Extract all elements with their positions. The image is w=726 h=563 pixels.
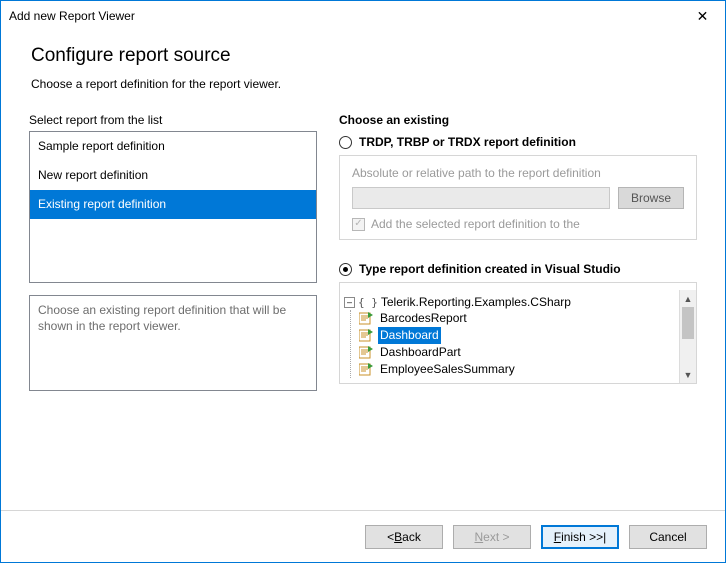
scroll-thumb[interactable] bbox=[682, 307, 694, 339]
report-icon bbox=[359, 346, 374, 359]
close-button[interactable]: ✕ bbox=[680, 1, 725, 31]
report-icon bbox=[359, 363, 374, 376]
titlebar: Add new Report Viewer ✕ bbox=[1, 1, 725, 31]
add-to-project-label: Add the selected report definition to th… bbox=[371, 217, 580, 231]
close-icon: ✕ bbox=[697, 8, 709, 25]
checkbox-icon: ✓ bbox=[352, 218, 365, 231]
expander-icon[interactable]: – bbox=[344, 297, 355, 308]
left-list-label: Select report from the list bbox=[29, 113, 317, 127]
scroll-track[interactable] bbox=[680, 307, 696, 366]
type-definition-panel: – { } Telerik.Reporting.Examples.CSharp … bbox=[339, 282, 697, 384]
list-item-sample[interactable]: Sample report definition bbox=[30, 132, 316, 161]
tree-item[interactable]: BarcodesReport bbox=[359, 310, 677, 327]
cancel-button[interactable]: Cancel bbox=[629, 525, 707, 549]
tree-namespace-node[interactable]: – { } Telerik.Reporting.Examples.CSharp bbox=[344, 294, 677, 310]
radio-file-label: TRDP, TRBP or TRDX report definition bbox=[359, 135, 576, 149]
report-icon bbox=[359, 312, 374, 325]
page-subheading: Choose a report definition for the repor… bbox=[31, 77, 725, 91]
list-item-new[interactable]: New report definition bbox=[30, 161, 316, 190]
right-heading: Choose an existing bbox=[339, 113, 697, 127]
radio-type-definition[interactable]: Type report definition created in Visual… bbox=[339, 262, 697, 276]
tree-scrollbar[interactable]: ▲ ▼ bbox=[679, 290, 696, 383]
tree-item[interactable]: DashboardPart bbox=[359, 344, 677, 361]
finish-button[interactable]: Finish >>| bbox=[541, 525, 619, 549]
report-icon bbox=[359, 329, 374, 342]
tree-item-label: BarcodesReport bbox=[378, 310, 469, 327]
report-type-tree[interactable]: – { } Telerik.Reporting.Examples.CSharp … bbox=[340, 289, 696, 383]
page-heading: Configure report source bbox=[31, 45, 725, 67]
scroll-up-icon[interactable]: ▲ bbox=[680, 290, 696, 307]
tree-item[interactable]: EmployeeSalesSummary bbox=[359, 361, 677, 378]
file-definition-panel: Absolute or relative path to the report … bbox=[339, 155, 697, 240]
wizard-footer: < Back Next > Finish >>| Cancel bbox=[1, 510, 725, 562]
list-item-existing[interactable]: Existing report definition bbox=[30, 190, 316, 219]
radio-type-label: Type report definition created in Visual… bbox=[359, 262, 621, 276]
scroll-down-icon[interactable]: ▼ bbox=[680, 366, 696, 383]
tree-item[interactable]: Dashboard bbox=[359, 327, 677, 344]
tree-item-label: Dashboard bbox=[378, 327, 441, 344]
path-input bbox=[352, 187, 610, 209]
namespace-icon: { } bbox=[358, 296, 378, 309]
next-button: Next > bbox=[453, 525, 531, 549]
tree-item-label: EmployeeSalesSummary bbox=[378, 361, 517, 378]
browse-button: Browse bbox=[618, 187, 684, 209]
report-mode-list[interactable]: Sample report definition New report defi… bbox=[29, 131, 317, 283]
radio-icon bbox=[339, 136, 352, 149]
add-to-project-checkbox: ✓ Add the selected report definition to … bbox=[352, 217, 684, 231]
window-title: Add new Report Viewer bbox=[9, 9, 680, 23]
help-text: Choose an existing report definition tha… bbox=[29, 295, 317, 391]
back-button[interactable]: < Back bbox=[365, 525, 443, 549]
path-description: Absolute or relative path to the report … bbox=[352, 166, 684, 181]
tree-item-label: DashboardPart bbox=[378, 344, 463, 361]
radio-file-definition[interactable]: TRDP, TRBP or TRDX report definition bbox=[339, 135, 697, 149]
radio-icon bbox=[339, 263, 352, 276]
namespace-label: Telerik.Reporting.Examples.CSharp bbox=[381, 295, 571, 309]
